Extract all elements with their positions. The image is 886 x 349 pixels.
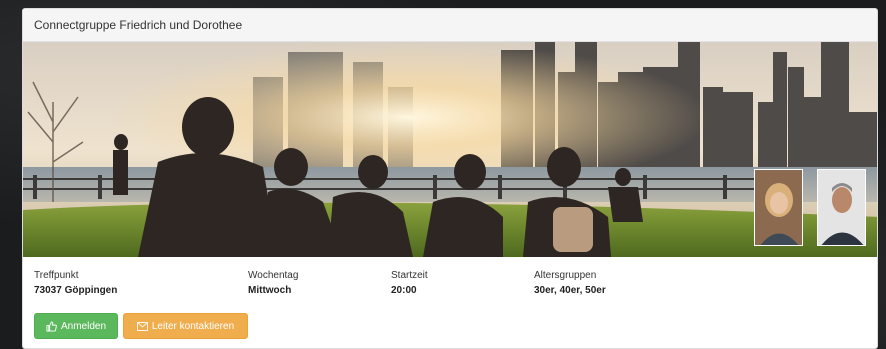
start-time-label: Startzeit — [391, 270, 428, 281]
contact-leader-button[interactable]: Leiter kontaktieren — [123, 313, 248, 339]
thumbs-up-icon — [46, 320, 57, 332]
weekday: Wochentag Mittwoch — [248, 270, 298, 296]
age-groups-label: Altersgruppen — [534, 270, 597, 281]
weekday-label: Wochentag — [248, 270, 299, 281]
group-title: Connectgruppe Friedrich und Dorothee — [23, 9, 877, 42]
meeting-point-label: Treffpunkt — [34, 270, 79, 281]
contact-leader-button-label: Leiter kontaktieren — [151, 320, 235, 332]
start-time: Startzeit 20:00 — [391, 270, 428, 296]
leader-avatar-male — [817, 169, 866, 246]
leader-avatar-female — [754, 169, 803, 246]
group-banner-image — [23, 42, 877, 257]
group-card: Connectgruppe Friedrich und Dorothee Tre… — [22, 8, 878, 349]
age-groups: Altersgruppen 30er, 40er, 50er — [534, 270, 606, 296]
register-button[interactable]: Anmelden — [34, 313, 118, 339]
register-button-label: Anmelden — [60, 320, 107, 332]
envelope-icon — [136, 321, 148, 331]
meeting-point: Treffpunkt 73037 Göppingen — [34, 270, 117, 296]
age-groups-value: 30er, 40er, 50er — [534, 285, 606, 296]
start-time-value: 20:00 — [391, 285, 417, 296]
weekday-value: Mittwoch — [248, 285, 292, 296]
meeting-point-value: 73037 Göppingen — [34, 285, 118, 296]
